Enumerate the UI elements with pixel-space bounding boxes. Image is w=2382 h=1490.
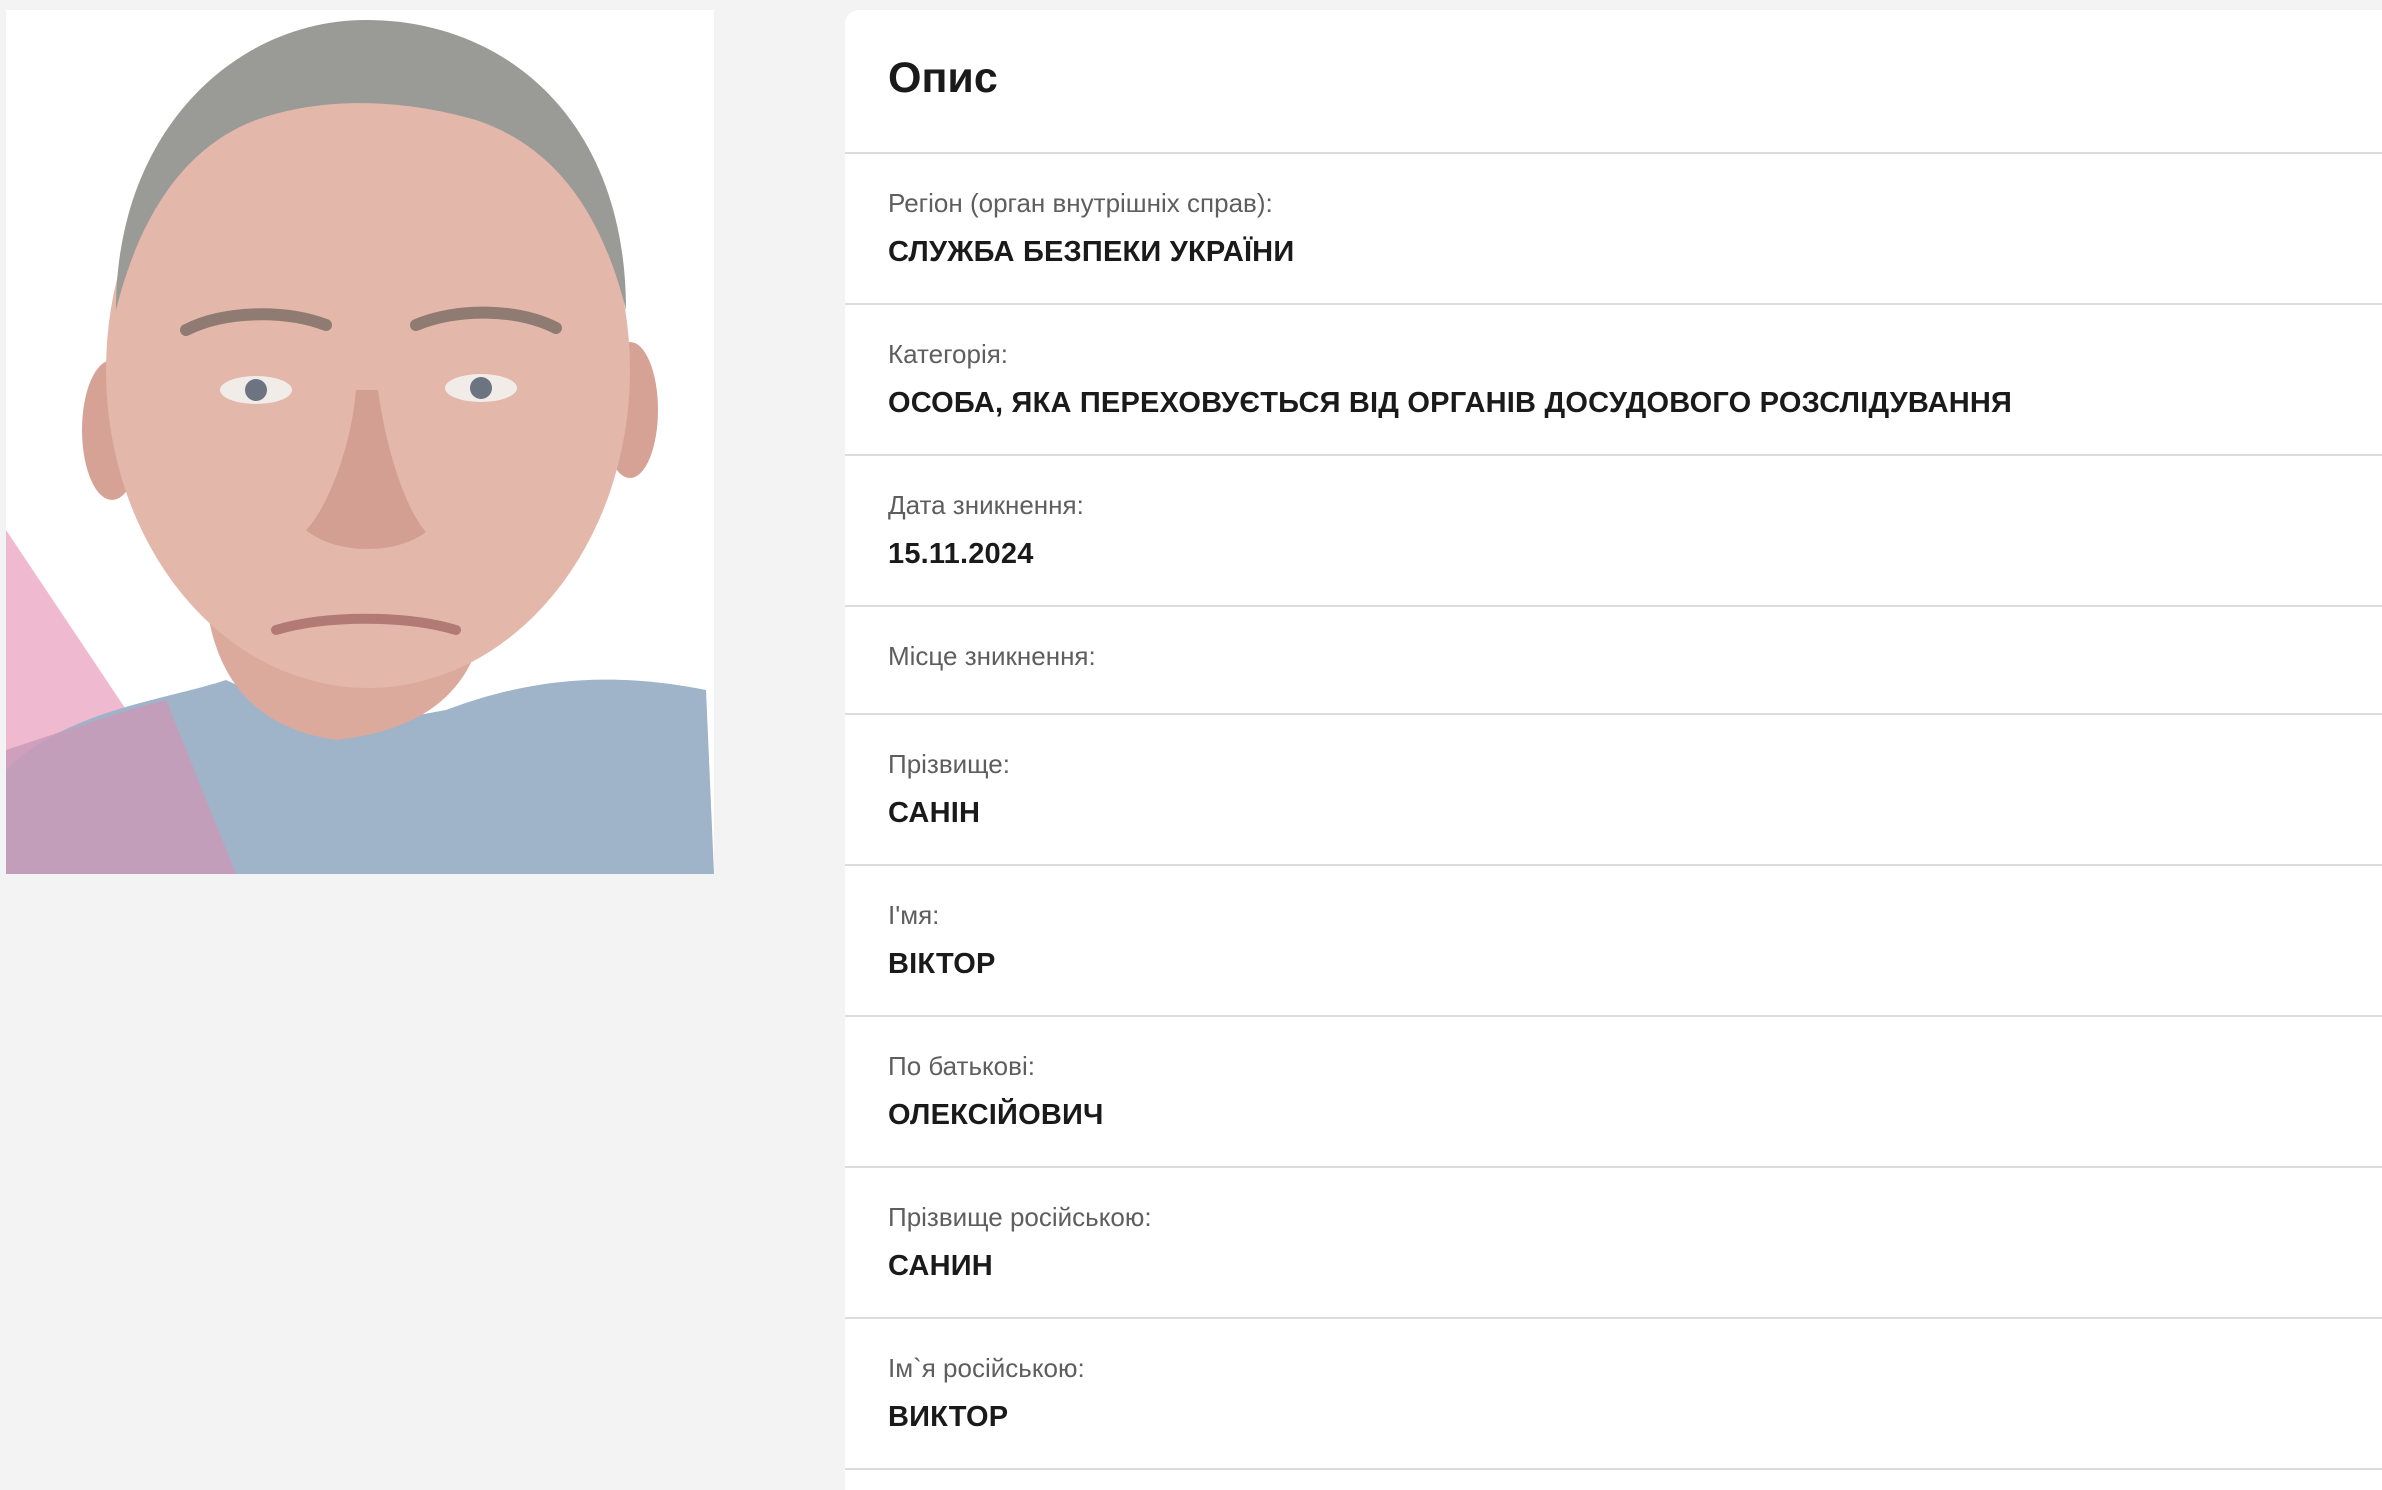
- card-title: Опис: [845, 10, 2382, 154]
- field-first-name: І'мя: ВІКТОР: [845, 866, 2382, 1017]
- field-category: Категорія: ОСОБА, ЯКА ПЕРЕХОВУЄТЬСЯ ВІД …: [845, 305, 2382, 456]
- field-value: ОЛЕКСІЙОВИЧ: [888, 1099, 1104, 1131]
- description-card: Опис Регіон (орган внутрішніх справ): СЛ…: [845, 10, 2382, 1490]
- field-label: Прізвище російською:: [888, 1202, 1152, 1232]
- person-photo: [6, 10, 714, 874]
- field-label: І'мя:: [888, 900, 940, 930]
- field-label: Ім`я російською:: [888, 1353, 1085, 1383]
- field-value: 15.11.2024: [888, 538, 1034, 570]
- field-label: Місце зникнення:: [888, 641, 1096, 671]
- field-patronymic: По батькові: ОЛЕКСІЙОВИЧ: [845, 1017, 2382, 1168]
- field-region: Регіон (орган внутрішніх справ): СЛУЖБА …: [845, 154, 2382, 305]
- field-surname: Прізвище: САНІН: [845, 715, 2382, 866]
- field-value: САНІН: [888, 797, 981, 829]
- field-first-name-russian: Ім`я російською: ВИКТОР: [845, 1319, 2382, 1470]
- field-value: САНИН: [888, 1250, 993, 1282]
- field-label: По батькові:: [888, 1051, 1035, 1081]
- field-label: Категорія:: [888, 339, 1009, 369]
- field-label: Регіон (орган внутрішніх справ):: [888, 188, 1273, 218]
- page: Опис Регіон (орган внутрішніх справ): СЛ…: [0, 0, 2382, 1490]
- field-label: Прізвище:: [888, 749, 1010, 779]
- field-value: ОСОБА, ЯКА ПЕРЕХОВУЄТЬСЯ ВІД ОРГАНІВ ДОС…: [888, 387, 2013, 419]
- field-disappearance-date: Дата зникнення: 15.11.2024: [845, 456, 2382, 607]
- field-value: ВИКТОР: [888, 1401, 1009, 1433]
- field-surname-russian: Прізвище російською: САНИН: [845, 1168, 2382, 1319]
- field-value: СЛУЖБА БЕЗПЕКИ УКРАЇНИ: [888, 236, 1295, 268]
- field-disappearance-place: Місце зникнення:: [845, 607, 2382, 715]
- field-value: ВІКТОР: [888, 948, 996, 980]
- field-label: Дата зникнення:: [888, 490, 1084, 520]
